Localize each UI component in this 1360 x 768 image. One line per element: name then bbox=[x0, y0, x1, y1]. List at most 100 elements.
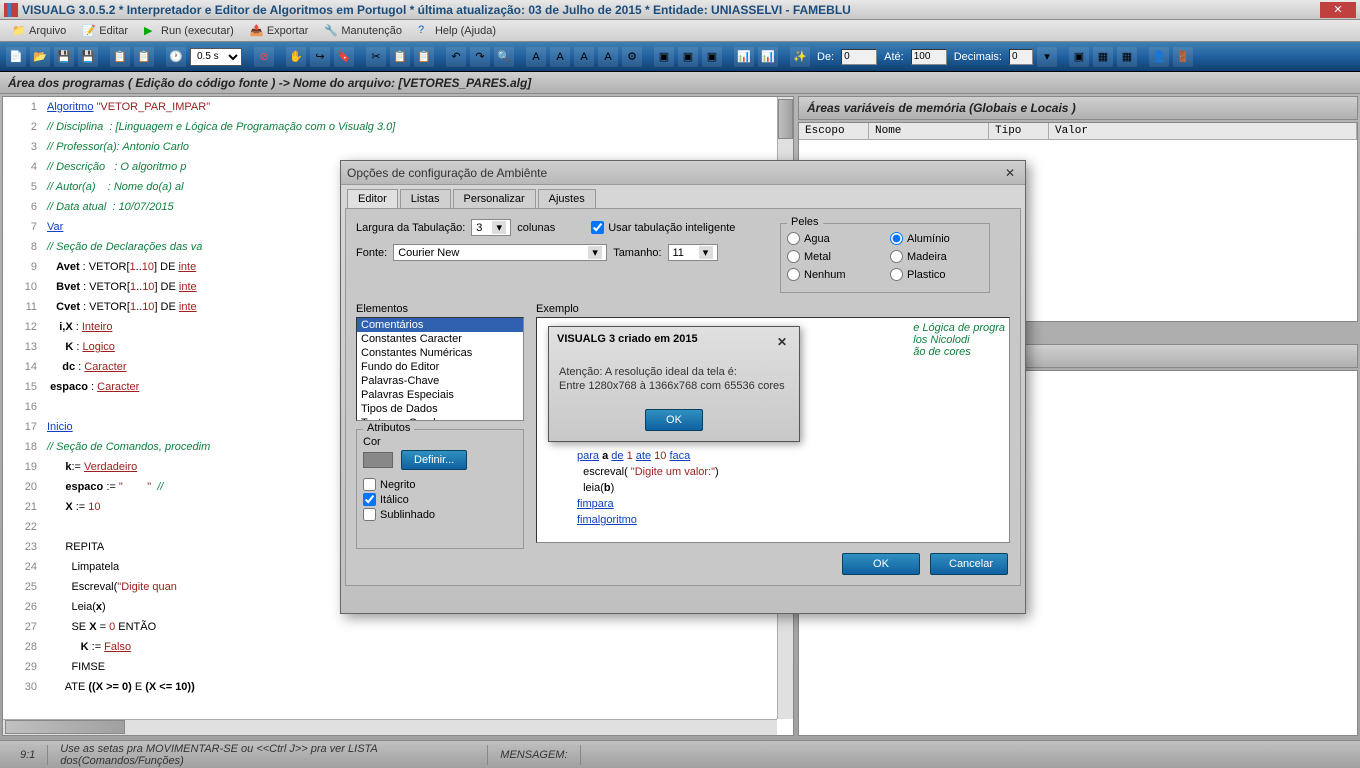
element-item[interactable]: Fundo do Editor bbox=[357, 360, 523, 374]
example-label: Exemplo bbox=[536, 303, 1010, 315]
tab-width-label: Largura da Tabulação: bbox=[356, 222, 465, 234]
skin-agua[interactable]: Agua bbox=[787, 232, 880, 245]
skins-label: Peles bbox=[787, 216, 823, 228]
msgbox-title: VISUALG 3 criado em 2015 bbox=[557, 333, 773, 351]
tb-copy[interactable]: 📋 bbox=[110, 47, 130, 67]
tb-paste[interactable]: 📋 bbox=[134, 47, 154, 67]
tb-a1[interactable]: A bbox=[526, 47, 546, 67]
col-escopo[interactable]: Escopo bbox=[799, 123, 869, 139]
tb-d3[interactable]: ▦ bbox=[1117, 47, 1137, 67]
tb-user[interactable]: 👤 bbox=[1149, 47, 1169, 67]
tb-exit[interactable]: 🚪 bbox=[1173, 47, 1193, 67]
tab-personalizar[interactable]: Personalizar bbox=[453, 189, 536, 208]
tb-a5[interactable]: ⚙ bbox=[622, 47, 642, 67]
options-cancel-button[interactable]: Cancelar bbox=[930, 553, 1008, 575]
tb-break[interactable]: 🔖 bbox=[334, 47, 354, 67]
col-tipo[interactable]: Tipo bbox=[989, 123, 1049, 139]
smart-tab-checkbox[interactable]: Usar tabulação inteligente bbox=[591, 221, 735, 234]
skin-metal[interactable]: Metal bbox=[787, 250, 880, 263]
tb-a3[interactable]: A bbox=[574, 47, 594, 67]
menu-manutencao[interactable]: 🔧Manutenção bbox=[316, 22, 410, 40]
tb-b1[interactable]: ▣ bbox=[654, 47, 674, 67]
element-item[interactable]: Palavras Especiais bbox=[357, 388, 523, 402]
tb-spin[interactable]: ▾ bbox=[1037, 47, 1057, 67]
element-item[interactable]: Palavras-Chave bbox=[357, 374, 523, 388]
tab-ajustes[interactable]: Ajustes bbox=[538, 189, 596, 208]
tb-new[interactable]: 📄 bbox=[6, 47, 26, 67]
col-nome[interactable]: Nome bbox=[869, 123, 989, 139]
define-color-button[interactable]: Definir... bbox=[401, 450, 467, 470]
color-swatch[interactable] bbox=[363, 452, 393, 468]
edit-icon: 📝 bbox=[82, 24, 96, 38]
tb-b2[interactable]: ▣ bbox=[678, 47, 698, 67]
tb-paste2[interactable]: 📋 bbox=[414, 47, 434, 67]
skin-madeira[interactable]: Madeira bbox=[890, 250, 983, 263]
tab-unit: colunas bbox=[517, 222, 555, 234]
msgbox-ok-button[interactable]: OK bbox=[645, 409, 703, 431]
tb-step[interactable]: ↪ bbox=[310, 47, 330, 67]
tb-b3[interactable]: ▣ bbox=[702, 47, 722, 67]
element-item[interactable]: Tipos de Dados bbox=[357, 402, 523, 416]
tb-timer-icon[interactable]: 🕐 bbox=[166, 47, 186, 67]
options-dialog-close[interactable]: ✕ bbox=[1001, 164, 1019, 182]
skin-plastico[interactable]: Plastico bbox=[890, 268, 983, 281]
tb-redo[interactable]: ↷ bbox=[470, 47, 490, 67]
tb-save[interactable]: 💾 bbox=[54, 47, 74, 67]
col-valor[interactable]: Valor bbox=[1049, 123, 1357, 139]
tb-a4[interactable]: A bbox=[598, 47, 618, 67]
menu-help[interactable]: ?Help (Ajuda) bbox=[410, 22, 504, 40]
element-item[interactable]: Constantes Caracter bbox=[357, 332, 523, 346]
tb-open[interactable]: 📂 bbox=[30, 47, 50, 67]
toolbar: 📄 📂 💾 💾 📋 📋 🕐 0.5 s ⊘ ✋ ↪ 🔖 ✂ 📋 📋 ↶ ↷ 🔍 … bbox=[0, 42, 1360, 72]
msgbox-close[interactable]: ✕ bbox=[773, 333, 791, 351]
tb-wand[interactable]: ✨ bbox=[790, 47, 810, 67]
tb-c2[interactable]: 📊 bbox=[758, 47, 778, 67]
menu-exportar[interactable]: 📤Exportar bbox=[242, 22, 317, 40]
menu-arquivo[interactable]: 📁Arquivo bbox=[4, 22, 74, 40]
elements-listbox[interactable]: Comentários Constantes Caracter Constant… bbox=[356, 317, 524, 421]
dec-label: Decimais: bbox=[951, 51, 1005, 63]
speed-combo[interactable]: 0.5 s bbox=[190, 48, 242, 66]
tb-find[interactable]: 🔍 bbox=[494, 47, 514, 67]
size-combo[interactable]: 11▾ bbox=[668, 244, 718, 261]
tab-width-input[interactable]: 3▾ bbox=[471, 219, 511, 236]
status-msg-label: MENSAGEM: bbox=[488, 745, 580, 765]
bold-checkbox[interactable]: Negrito bbox=[363, 478, 517, 491]
tb-copy2[interactable]: 📋 bbox=[390, 47, 410, 67]
tb-hand[interactable]: ✋ bbox=[286, 47, 306, 67]
vars-panel-title: Áreas variáveis de memória (Globais e Lo… bbox=[798, 96, 1358, 120]
resolution-msgbox: VISUALG 3 criado em 2015 ✕ Atenção: A re… bbox=[548, 326, 800, 442]
info-bar: Área dos programas ( Edição do código fo… bbox=[0, 72, 1360, 94]
tb-a2[interactable]: A bbox=[550, 47, 570, 67]
element-item[interactable]: Constantes Numéricas bbox=[357, 346, 523, 360]
dec-input[interactable] bbox=[1009, 49, 1033, 65]
window-close-button[interactable]: ✕ bbox=[1320, 2, 1356, 18]
italic-checkbox[interactable]: Itálico bbox=[363, 493, 517, 506]
ate-label: Até: bbox=[881, 51, 907, 63]
underline-checkbox[interactable]: Sublinhado bbox=[363, 508, 517, 521]
menu-run[interactable]: ▶Run (executar) bbox=[136, 22, 242, 40]
element-item[interactable]: Texto em Geral bbox=[357, 416, 523, 421]
options-dialog-title: Opções de configuração de Ambiênte bbox=[347, 166, 1001, 180]
tb-saveall[interactable]: 💾 bbox=[78, 47, 98, 67]
run-icon: ▶ bbox=[144, 24, 158, 38]
options-ok-button[interactable]: OK bbox=[842, 553, 920, 575]
skin-nenhum[interactable]: Nenhum bbox=[787, 268, 880, 281]
element-item[interactable]: Comentários bbox=[357, 318, 523, 332]
tab-editor[interactable]: Editor bbox=[347, 189, 398, 208]
ate-input[interactable] bbox=[911, 49, 947, 65]
de-input[interactable] bbox=[841, 49, 877, 65]
size-label: Tamanho: bbox=[613, 247, 661, 259]
tb-stop[interactable]: ⊘ bbox=[254, 47, 274, 67]
tb-c1[interactable]: 📊 bbox=[734, 47, 754, 67]
app-icon bbox=[4, 3, 18, 17]
tab-listas[interactable]: Listas bbox=[400, 189, 451, 208]
font-combo[interactable]: Courier New▾ bbox=[393, 244, 607, 261]
editor-hscroll[interactable] bbox=[3, 719, 777, 735]
tb-cut[interactable]: ✂ bbox=[366, 47, 386, 67]
tb-d2[interactable]: ▦ bbox=[1093, 47, 1113, 67]
tb-undo[interactable]: ↶ bbox=[446, 47, 466, 67]
menu-editar[interactable]: 📝Editar bbox=[74, 22, 136, 40]
tb-d1[interactable]: ▣ bbox=[1069, 47, 1089, 67]
skin-aluminio[interactable]: Alumínio bbox=[890, 232, 983, 245]
